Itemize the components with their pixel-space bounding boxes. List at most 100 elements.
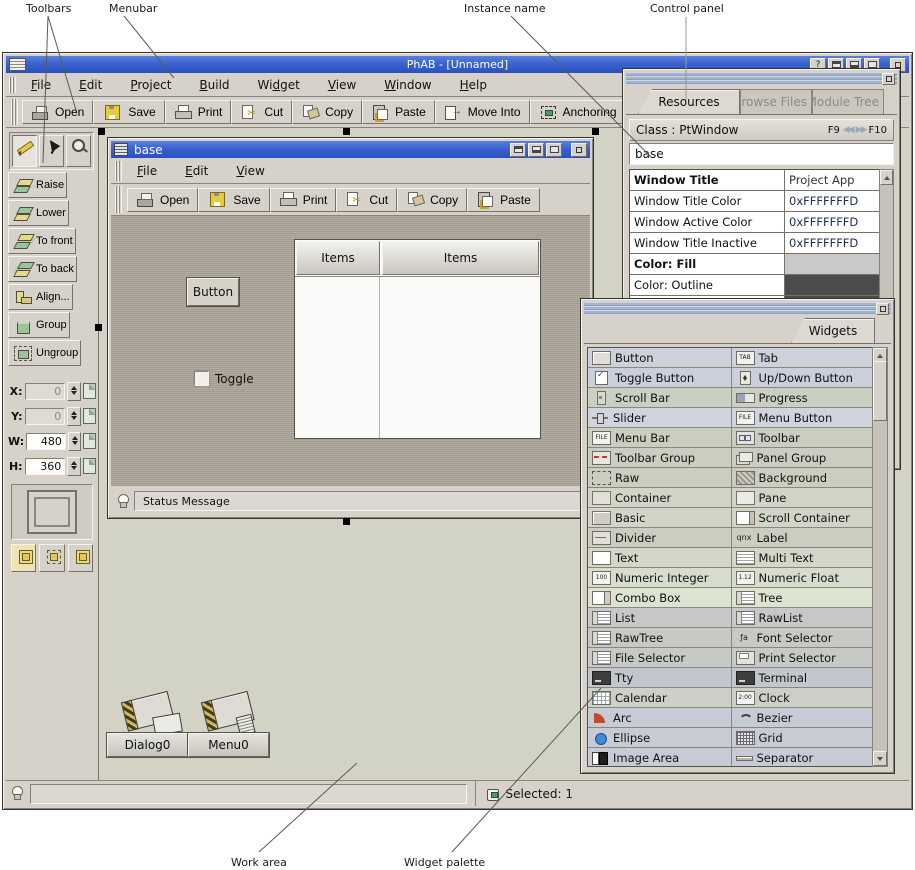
base-restore-button[interactable] bbox=[546, 143, 562, 157]
scroll-up-icon[interactable] bbox=[880, 170, 893, 185]
widget-item-image-area[interactable]: Image Area bbox=[588, 748, 732, 767]
menu-file[interactable]: File bbox=[23, 75, 59, 95]
resource-value[interactable]: Project App bbox=[785, 170, 880, 190]
base-titlebar[interactable]: base bbox=[111, 141, 590, 158]
widget-item-scroll-bar[interactable]: Scroll Bar bbox=[588, 388, 732, 407]
base-maximize-button[interactable] bbox=[528, 143, 544, 157]
selection-handle-top-mid[interactable] bbox=[343, 128, 350, 135]
module-button-menu0[interactable]: Menu0 bbox=[188, 733, 269, 757]
base-client-area[interactable]: Button Toggle Items Items bbox=[111, 216, 590, 486]
widget-item-menu-bar[interactable]: FILEMenu Bar bbox=[588, 428, 732, 447]
tab-browse-files[interactable]: Browse Files bbox=[740, 89, 812, 114]
widget-item-label[interactable]: qnxLabel bbox=[732, 528, 875, 547]
tab-module-tree[interactable]: Module Tree bbox=[812, 89, 884, 114]
control-panel-titlebar[interactable] bbox=[626, 72, 897, 85]
base-minimize-button[interactable] bbox=[510, 143, 526, 157]
widget-item-multi-text[interactable]: Multi Text bbox=[732, 548, 875, 567]
spinner-arrows-icon[interactable] bbox=[68, 432, 82, 451]
base-toolbar-button-print[interactable]: Print bbox=[270, 188, 337, 212]
base-toolbar-button-cut[interactable]: Cut bbox=[336, 188, 397, 212]
widget-item-toolbar-group[interactable]: Toolbar Group bbox=[588, 448, 732, 467]
widget-item-rawlist[interactable]: RawList bbox=[732, 608, 875, 627]
menu-build[interactable]: Build bbox=[191, 75, 237, 95]
menu-widget[interactable]: Widget bbox=[250, 75, 308, 95]
widget-item-combo-box[interactable]: Combo Box bbox=[588, 588, 732, 607]
toolbar-button-anchoring[interactable]: Anchoring bbox=[530, 100, 626, 124]
widget-item-grid[interactable]: Grid bbox=[732, 728, 875, 747]
tool-pointer-icon[interactable] bbox=[39, 135, 64, 167]
tool-magnifier-icon[interactable] bbox=[66, 135, 91, 167]
spin-down-icon[interactable] bbox=[71, 391, 77, 398]
spinner-arrows-icon[interactable] bbox=[67, 407, 81, 426]
resource-value[interactable]: 0xFFFFFFFD bbox=[785, 233, 880, 253]
button-to-back[interactable]: To back bbox=[8, 256, 77, 282]
button-to-front[interactable]: To front bbox=[8, 228, 76, 254]
anchor-mode-button-2[interactable] bbox=[39, 544, 64, 572]
button-lower[interactable]: Lower bbox=[8, 200, 69, 226]
list-header-2[interactable]: Items bbox=[382, 241, 539, 275]
widget-item-slider[interactable]: Slider bbox=[588, 408, 732, 427]
widget-item-up-down-button[interactable]: Up/Down Button bbox=[732, 368, 875, 387]
menu-edit[interactable]: Edit bbox=[71, 75, 110, 95]
toolbar-button-save[interactable]: Save bbox=[93, 100, 164, 124]
palette-scroll-down-icon[interactable] bbox=[873, 751, 887, 766]
widget-item-rawtree[interactable]: RawTree bbox=[588, 628, 732, 647]
resource-row-window-title-color[interactable]: Window Title Color0xFFFFFFFD bbox=[630, 191, 880, 212]
widget-item-terminal[interactable]: Terminal bbox=[732, 668, 875, 687]
lock-icon[interactable] bbox=[83, 458, 96, 474]
base-toolbar-button-copy[interactable]: Copy bbox=[397, 188, 467, 212]
widget-item-tty[interactable]: Tty bbox=[588, 668, 732, 687]
widget-item-print-selector[interactable]: Print Selector bbox=[732, 648, 875, 667]
widget-item-pane[interactable]: Pane bbox=[732, 488, 875, 507]
palette-window-button[interactable] bbox=[876, 303, 889, 315]
next-widget-icon[interactable]: ▶▶ bbox=[856, 125, 866, 135]
palette-titlebar[interactable] bbox=[584, 302, 891, 315]
coord-field-w-[interactable]: 480 bbox=[26, 433, 66, 450]
widget-item-text[interactable]: Text bbox=[588, 548, 732, 567]
widget-item-calendar[interactable]: Calendar bbox=[588, 688, 732, 707]
widget-item-basic[interactable]: Basic bbox=[588, 508, 732, 527]
resource-row-window-title[interactable]: Window TitleProject App bbox=[630, 170, 880, 191]
menubar-grip[interactable] bbox=[9, 77, 16, 93]
selection-handle-top-right[interactable] bbox=[592, 128, 599, 135]
tool-pencil-icon[interactable] bbox=[12, 135, 37, 167]
lock-icon[interactable] bbox=[83, 433, 96, 449]
resource-value[interactable]: 0xFFFFFFFD bbox=[785, 191, 880, 211]
widget-item-tree[interactable]: Tree bbox=[732, 588, 875, 607]
module-button-dialog0[interactable]: Dialog0 bbox=[107, 733, 188, 757]
widget-item-list[interactable]: List bbox=[588, 608, 732, 627]
menu-window[interactable]: Window bbox=[376, 75, 439, 95]
base-menu-view[interactable]: View bbox=[228, 161, 272, 181]
instance-name-field[interactable]: base bbox=[629, 143, 894, 165]
toolbar-button-paste[interactable]: Paste bbox=[362, 100, 435, 124]
toggle-checkbox[interactable] bbox=[194, 371, 209, 386]
toolbar-grip[interactable] bbox=[11, 99, 18, 125]
spinner-arrows-icon[interactable] bbox=[67, 382, 81, 401]
base-menu-file[interactable]: File bbox=[129, 161, 165, 181]
selection-handle-bottom-mid[interactable] bbox=[343, 518, 350, 525]
selection-handle-left-mid[interactable] bbox=[95, 324, 102, 331]
resource-value[interactable]: 0xFFFFFFFD bbox=[785, 212, 880, 232]
spinner-arrows-icon[interactable] bbox=[67, 457, 81, 476]
base-menubar-grip[interactable] bbox=[115, 161, 122, 181]
resource-row-color-fill[interactable]: Color: Fill bbox=[630, 254, 880, 275]
base-toolbar-button-save[interactable]: Save bbox=[198, 188, 269, 212]
palette-scrollbar[interactable] bbox=[872, 347, 888, 767]
widget-item-divider[interactable]: Divider bbox=[588, 528, 732, 547]
spin-up-icon[interactable] bbox=[71, 408, 77, 415]
widget-item-numeric-integer[interactable]: 100Numeric Integer bbox=[588, 568, 732, 587]
lock-icon[interactable] bbox=[83, 383, 96, 399]
widget-item-menu-button[interactable]: FILEMenu Button bbox=[732, 408, 875, 427]
lock-icon[interactable] bbox=[83, 408, 96, 424]
menu-help[interactable]: Help bbox=[452, 75, 495, 95]
widget-item-background[interactable]: Background bbox=[732, 468, 875, 487]
menu-view[interactable]: View bbox=[320, 75, 364, 95]
selection-handle-top-left[interactable] bbox=[98, 128, 105, 135]
coord-field-x-[interactable]: 0 bbox=[25, 383, 66, 400]
spin-down-icon[interactable] bbox=[72, 441, 78, 448]
button-ungroup[interactable]: Ungroup bbox=[8, 340, 81, 366]
base-window-menu-icon[interactable] bbox=[114, 143, 128, 156]
spin-up-icon[interactable] bbox=[71, 458, 77, 465]
base-toolbar-button-open[interactable]: Open bbox=[127, 188, 198, 212]
widget-item-numeric-float[interactable]: 1.12Numeric Float bbox=[732, 568, 875, 587]
